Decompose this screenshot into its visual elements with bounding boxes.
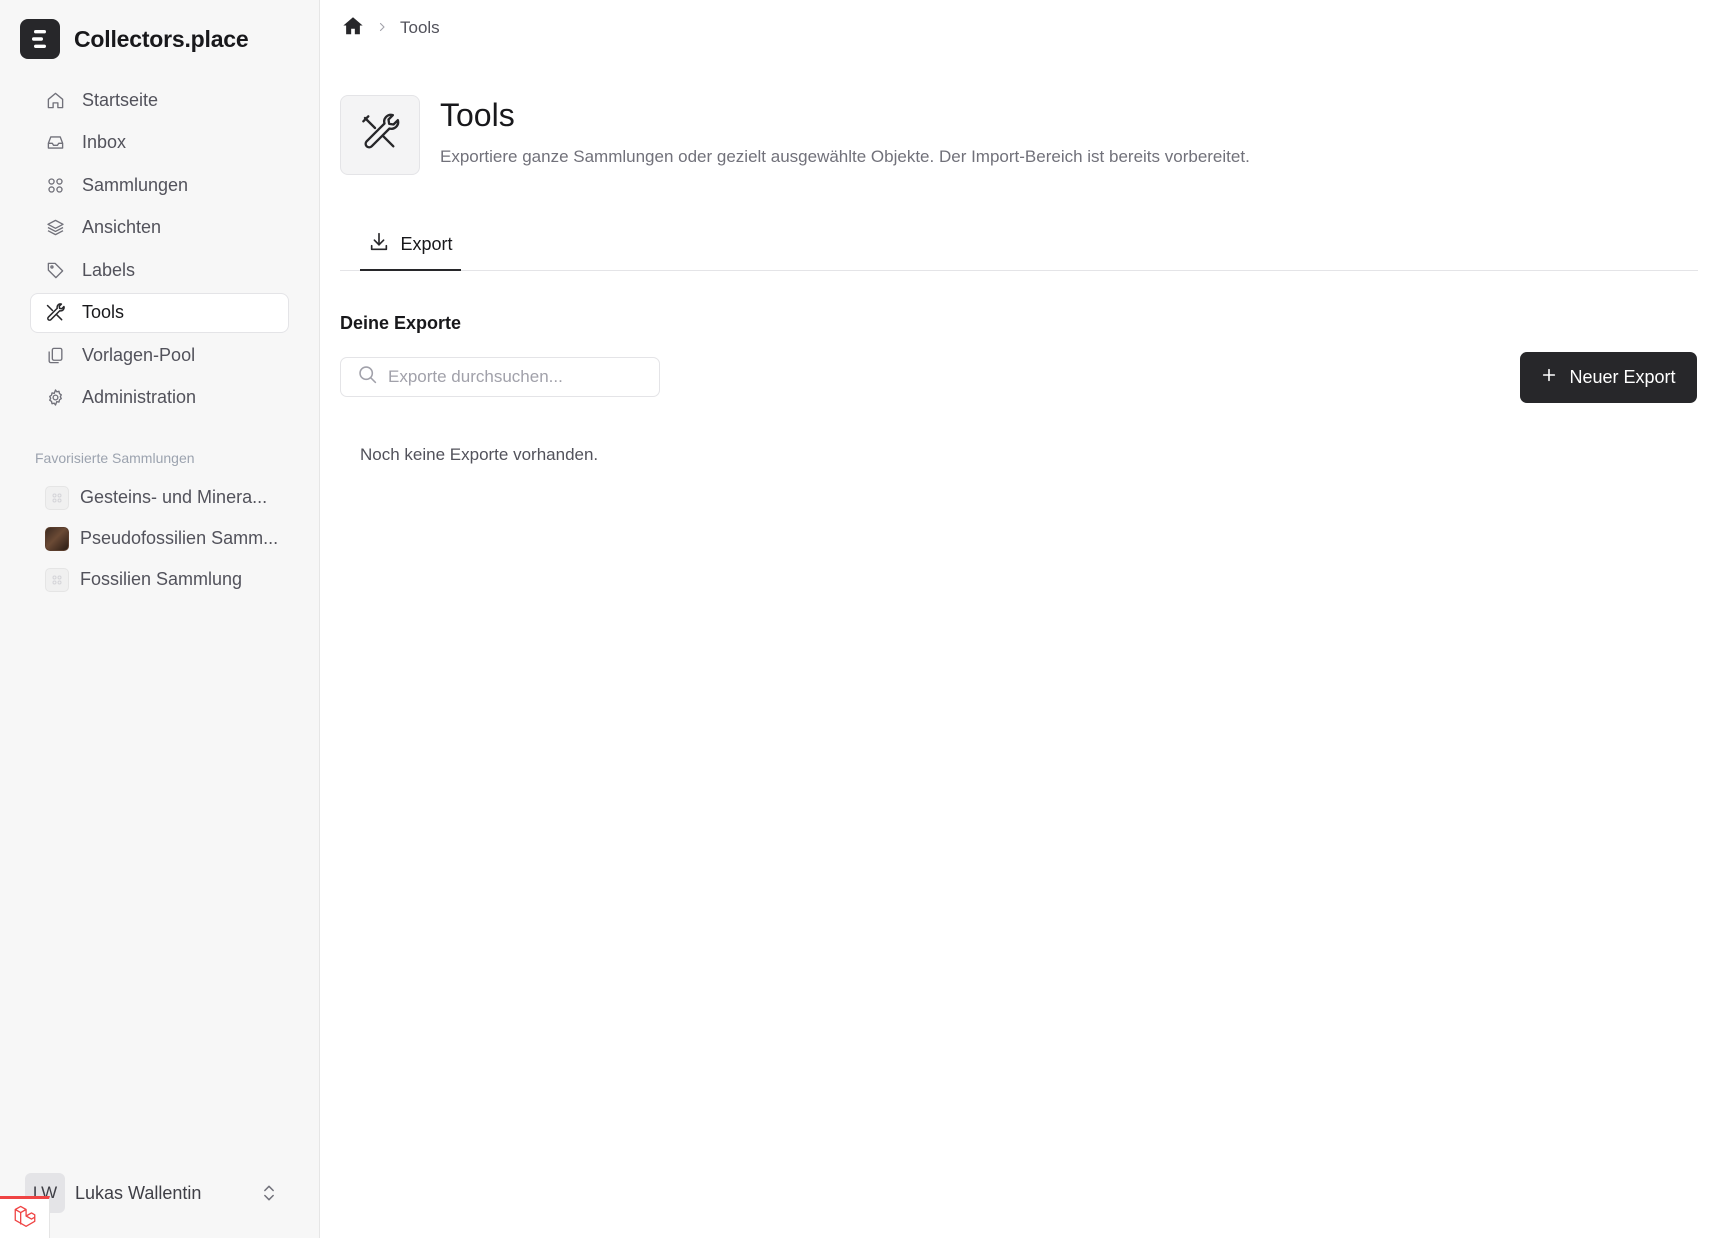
sidebar-item-label: Ansichten bbox=[82, 217, 162, 237]
search-box bbox=[340, 357, 660, 397]
sidebar-item-label: Administration bbox=[82, 387, 197, 407]
page-title: Tools bbox=[440, 97, 515, 133]
plus-icon bbox=[1541, 367, 1557, 388]
sidebar-item-ansichten[interactable]: Ansichten bbox=[30, 208, 289, 248]
sidebar-item-inbox[interactable]: Inbox bbox=[30, 123, 289, 163]
collection-placeholder-icon bbox=[45, 567, 69, 592]
favorite-item[interactable]: Fossilien Sammlung bbox=[30, 559, 289, 600]
copy-icon bbox=[45, 345, 65, 365]
favorite-item[interactable]: Pseudofossilien Samm... bbox=[30, 518, 289, 559]
grid-icon bbox=[45, 175, 65, 195]
chevron-right-icon bbox=[376, 18, 388, 38]
app-logo-icon bbox=[20, 19, 60, 59]
empty-state-text: Noch keine Exporte vorhanden. bbox=[360, 445, 599, 464]
sidebar: Collectors.place Startseite Inbox Sammlu… bbox=[0, 0, 320, 1238]
breadcrumb: Tools bbox=[342, 16, 440, 40]
tools-icon bbox=[45, 302, 65, 323]
favorite-label: Gesteins- und Minera... bbox=[80, 487, 268, 507]
sidebar-item-label: Startseite bbox=[82, 89, 159, 110]
chevron-up-down-icon bbox=[259, 1183, 279, 1203]
tools-icon bbox=[360, 113, 400, 158]
layers-icon bbox=[45, 218, 65, 238]
sidebar-item-administration[interactable]: Administration bbox=[30, 378, 289, 418]
tab-bar: Export bbox=[340, 220, 1698, 271]
favorites-list: Gesteins- und Minera... Pseudofossilien … bbox=[30, 477, 289, 600]
search-input[interactable] bbox=[388, 367, 638, 387]
page-icon bbox=[340, 95, 420, 175]
sidebar-item-label: Sammlungen bbox=[82, 174, 189, 195]
download-icon bbox=[368, 231, 390, 258]
search-icon bbox=[357, 364, 378, 390]
favorite-label: Pseudofossilien Samm... bbox=[80, 528, 279, 548]
breadcrumb-current: Tools bbox=[400, 18, 440, 37]
favorite-label: Fossilien Sammlung bbox=[80, 569, 243, 589]
user-menu[interactable]: LW Lukas Wallentin bbox=[25, 1173, 289, 1213]
favorite-item[interactable]: Gesteins- und Minera... bbox=[30, 477, 289, 518]
sidebar-item-label: Inbox bbox=[82, 132, 127, 152]
home-icon bbox=[45, 90, 65, 110]
home-icon[interactable] bbox=[342, 15, 364, 42]
sidebar-item-labels[interactable]: Labels bbox=[30, 250, 289, 290]
collection-placeholder-icon bbox=[45, 485, 69, 510]
collection-thumbnail bbox=[45, 526, 69, 551]
sidebar-item-sammlungen[interactable]: Sammlungen bbox=[30, 165, 289, 205]
main-content: Tools Tools Exportiere ganze Sammlungen … bbox=[320, 0, 1718, 1238]
dev-toolbar-button[interactable] bbox=[0, 1196, 50, 1238]
tab-export[interactable]: Export bbox=[360, 220, 461, 271]
tab-label: Export bbox=[400, 234, 453, 254]
page-description: Exportiere ganze Sammlungen oder gezielt… bbox=[440, 147, 1250, 166]
new-export-button[interactable]: Neuer Export bbox=[1520, 352, 1697, 403]
section-title: Deine Exporte bbox=[340, 313, 462, 333]
inbox-icon bbox=[45, 133, 65, 153]
new-export-label: Neuer Export bbox=[1569, 367, 1676, 387]
gear-icon bbox=[45, 388, 65, 408]
sidebar-item-label: Labels bbox=[82, 259, 136, 280]
user-name: Lukas Wallentin bbox=[75, 1182, 202, 1203]
sidebar-item-label: Vorlagen-Pool bbox=[82, 344, 196, 365]
tag-icon bbox=[45, 260, 65, 280]
app-name: Collectors.place bbox=[74, 25, 249, 52]
sidebar-item-label: Tools bbox=[82, 302, 125, 322]
sidebar-item-tools[interactable]: Tools bbox=[30, 292, 289, 333]
sidebar-nav: Startseite Inbox Sammlungen Ansichten La… bbox=[30, 80, 289, 420]
brand[interactable]: Collectors.place bbox=[20, 19, 249, 59]
favorites-heading: Favorisierte Sammlungen bbox=[35, 450, 195, 466]
framework-logo-icon bbox=[12, 1203, 38, 1234]
sidebar-item-vorlagen-pool[interactable]: Vorlagen-Pool bbox=[30, 335, 289, 375]
sidebar-item-startseite[interactable]: Startseite bbox=[30, 80, 289, 120]
